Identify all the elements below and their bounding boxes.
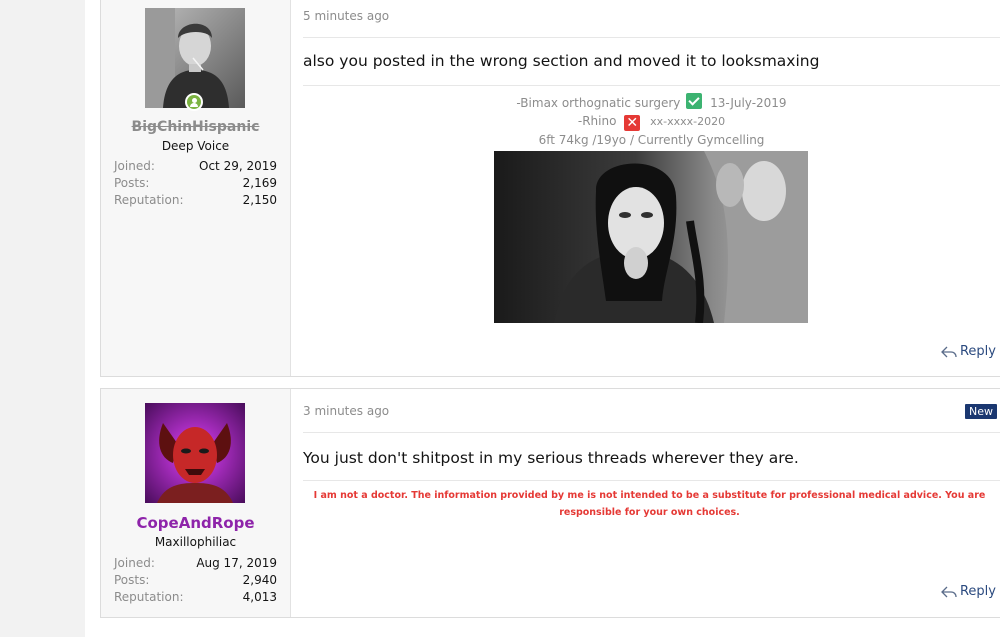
divider <box>303 432 1000 433</box>
post-timestamp[interactable]: 5 minutes ago <box>303 9 389 23</box>
signature-date: xx-xxxx-2020 <box>650 115 726 128</box>
signature-divider <box>303 480 1000 481</box>
stat-value: 2,150 <box>242 193 277 207</box>
user-title: Deep Voice <box>161 139 230 153</box>
message-body: You just don't shitpost in my serious th… <box>303 449 799 467</box>
reply-button[interactable]: Reply <box>941 584 996 599</box>
reply-icon <box>941 586 957 597</box>
message-area: 5 minutes ago also you posted in the wro… <box>291 0 1000 376</box>
signature-text: -Bimax orthognatic surgery <box>516 96 681 110</box>
reply-label: Reply <box>959 344 996 359</box>
signature-text: 6ft 74kg /19yo / Currently Gymcelling <box>538 133 765 147</box>
signature-line: 6ft 74kg /19yo / Currently Gymcelling <box>303 133 1000 147</box>
user-stats: Joined: Aug 17, 2019 Posts: 2,940 Reputa… <box>114 555 277 606</box>
stat-value: Aug 17, 2019 <box>196 556 277 570</box>
stat-label: Posts: <box>114 176 150 190</box>
stat-label: Reputation: <box>114 193 184 207</box>
reply-label: Reply <box>959 584 996 599</box>
check-icon <box>686 93 703 109</box>
stat-label: Posts: <box>114 573 150 587</box>
stat-value: 2,169 <box>242 176 277 190</box>
stat-value: 2,940 <box>242 573 277 587</box>
username[interactable]: CopeAndRope <box>101 514 290 532</box>
post: BigChinHispanic Deep Voice Joined: Oct 2… <box>100 0 1000 377</box>
stat-joined: Joined: Aug 17, 2019 <box>114 555 277 572</box>
user-info-panel: BigChinHispanic Deep Voice Joined: Oct 2… <box>101 0 291 376</box>
cross-icon: ✕ <box>624 115 641 131</box>
divider <box>303 37 1000 38</box>
signature-date: 13-July-2019 <box>710 96 787 110</box>
signature-disclaimer: I am not a doctor. The information provi… <box>313 490 986 518</box>
user-info-panel: CopeAndRope Maxillophiliac Joined: Aug 1… <box>101 389 291 617</box>
signature-line: -Bimax orthognatic surgery 13-July-2019 <box>303 93 1000 110</box>
left-gutter <box>0 0 85 637</box>
new-badge: New <box>965 404 997 419</box>
user-title: Maxillophiliac <box>154 535 237 549</box>
stat-posts: Posts: 2,940 <box>114 572 277 589</box>
stat-label: Reputation: <box>114 590 184 604</box>
message-body: also you posted in the wrong section and… <box>303 52 820 70</box>
avatar[interactable] <box>145 403 245 503</box>
signature-text: -Rhino <box>577 114 617 128</box>
signature-image <box>494 151 808 323</box>
online-status-icon <box>185 93 203 111</box>
stat-value: Oct 29, 2019 <box>199 159 277 173</box>
reply-icon <box>941 346 957 357</box>
post-timestamp[interactable]: 3 minutes ago <box>303 404 389 418</box>
reply-button[interactable]: Reply <box>941 344 996 359</box>
username[interactable]: BigChinHispanic <box>101 119 290 135</box>
stat-value: 4,013 <box>242 590 277 604</box>
stat-label: Joined: <box>114 556 155 570</box>
user-stats: Joined: Oct 29, 2019 Posts: 2,169 Reputa… <box>114 158 277 209</box>
stat-reputation: Reputation: 2,150 <box>114 192 277 209</box>
signature-divider <box>303 85 1000 86</box>
stat-reputation: Reputation: 4,013 <box>114 589 277 606</box>
signature-line: -Rhino ✕ xx-xxxx-2020 <box>303 114 1000 131</box>
stat-label: Joined: <box>114 159 155 173</box>
message-area: 3 minutes ago New You just don't shitpos… <box>291 389 1000 617</box>
stat-joined: Joined: Oct 29, 2019 <box>114 158 277 175</box>
post: CopeAndRope Maxillophiliac Joined: Aug 1… <box>100 388 1000 618</box>
stat-posts: Posts: 2,169 <box>114 175 277 192</box>
